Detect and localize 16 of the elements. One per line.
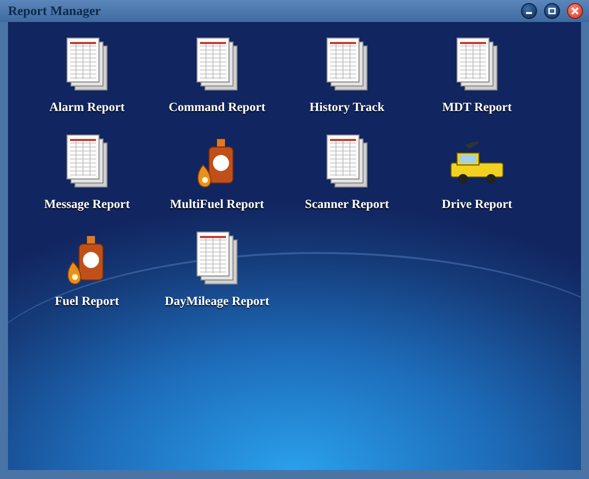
report-launcher[interactable]: MultiFuel Report — [152, 133, 282, 212]
maximize-icon — [548, 7, 556, 15]
report-launcher[interactable]: Fuel Report — [22, 230, 152, 309]
report-launcher[interactable]: Alarm Report — [22, 36, 152, 115]
report-launcher[interactable]: MDT Report — [412, 36, 542, 115]
minimize-button[interactable] — [521, 3, 537, 19]
report-launcher[interactable]: Scanner Report — [282, 133, 412, 212]
report-launcher[interactable]: Message Report — [22, 133, 152, 212]
close-button[interactable] — [567, 3, 583, 19]
maximize-button[interactable] — [544, 3, 560, 19]
close-icon — [571, 7, 579, 15]
report-launcher[interactable]: DayMileage Report — [152, 230, 282, 309]
report-launcher[interactable]: History Track — [282, 36, 412, 115]
report-launcher[interactable]: Command Report — [152, 36, 282, 115]
report-launcher[interactable]: Drive Report — [412, 133, 542, 212]
window-title: Report Manager — [8, 3, 102, 19]
